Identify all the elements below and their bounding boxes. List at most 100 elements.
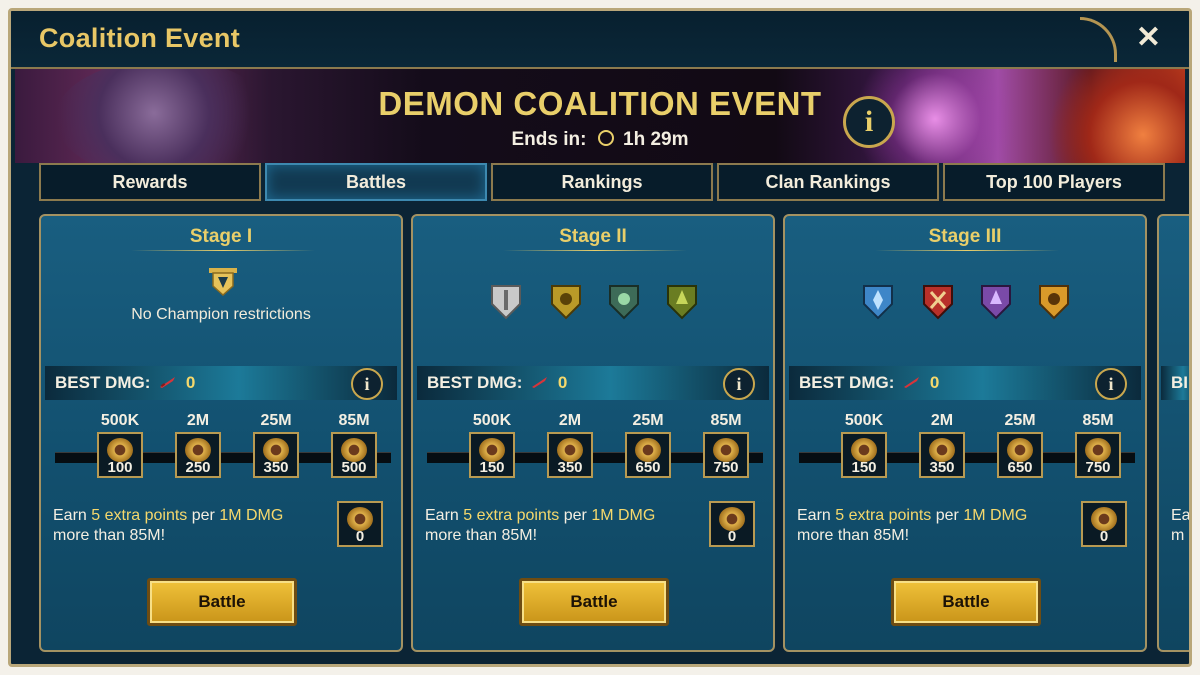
champion-restrictions-text: No Champion restrictions xyxy=(131,306,311,323)
milestone-reward[interactable]: 250 xyxy=(175,432,221,478)
milestone-threshold: 85M xyxy=(1082,412,1114,429)
stage-card-2: Stage II BEST DMG: 0 i 500K 150 2M 350 2… xyxy=(411,214,775,652)
milestone-points: 100 xyxy=(107,459,133,476)
damage-info-button[interactable]: i xyxy=(1095,368,1127,400)
divider xyxy=(503,250,687,251)
milestone-reward[interactable]: 750 xyxy=(703,432,749,478)
best-damage-bar: BI xyxy=(1161,366,1189,400)
milestone-reward[interactable]: 500 xyxy=(331,432,377,478)
milestone-reward[interactable]: 350 xyxy=(919,432,965,478)
milestone-threshold: 85M xyxy=(710,412,742,429)
best-damage: BEST DMG: 0 xyxy=(427,373,567,393)
extra-text-post: m xyxy=(1171,527,1185,544)
stage-title: Stage III xyxy=(928,226,1002,247)
milestone-reward[interactable]: 650 xyxy=(625,432,671,478)
tab-clan-rankings[interactable]: Clan Rankings xyxy=(717,163,939,201)
milestone-points: 150 xyxy=(479,459,505,476)
milestone-points: 650 xyxy=(1007,459,1033,476)
milestone-points: 350 xyxy=(929,459,955,476)
milestone-points: 150 xyxy=(851,459,877,476)
event-info-button[interactable]: i xyxy=(843,96,895,148)
extra-points-reward[interactable]: 0 xyxy=(337,501,383,547)
purple-faction-icon xyxy=(981,285,1011,320)
milestone-reward[interactable]: 100 xyxy=(97,432,143,478)
divider xyxy=(131,250,315,251)
close-button[interactable]: ✕ xyxy=(1136,21,1161,55)
milestone-points: 350 xyxy=(557,459,583,476)
ends-time: 1h 29m xyxy=(623,129,689,150)
extra-points-highlight: 5 extra points xyxy=(91,507,188,524)
tab-battles[interactable]: Battles xyxy=(265,163,487,201)
battle-button[interactable]: Battle xyxy=(147,578,297,626)
sword-icon xyxy=(160,377,176,388)
best-damage-bar: BEST DMG: 0 i xyxy=(417,366,769,400)
extra-text-post: more than 85M! xyxy=(53,527,166,544)
best-damage-label: BEST DMG: xyxy=(427,373,523,392)
extra-points-text: Earn 5 extra points per 1M DMG more than … xyxy=(425,506,695,546)
extra-points-highlight: 5 extra points xyxy=(463,507,560,524)
extra-text-pre: Ea xyxy=(1171,507,1191,524)
damage-info-button[interactable]: i xyxy=(723,368,755,400)
milestone-1: 500K 100 xyxy=(95,412,145,478)
extra-points-highlight: 5 extra points xyxy=(835,507,932,524)
extra-text-mid: per xyxy=(187,507,220,524)
tab-rankings[interactable]: Rankings xyxy=(491,163,713,201)
extra-text-pre: Earn xyxy=(425,507,464,524)
divider xyxy=(875,250,1059,251)
silver-faction-icon xyxy=(491,285,521,320)
extra-points-value: 0 xyxy=(727,528,737,545)
extra-points-reward[interactable]: 0 xyxy=(709,501,755,547)
extra-dmg-highlight: 1M DMG xyxy=(963,507,1028,524)
milestone-reward[interactable]: 150 xyxy=(841,432,887,478)
sword-icon xyxy=(904,377,920,388)
milestone-4: 85M 500 xyxy=(329,412,379,478)
best-damage-value: 0 xyxy=(185,373,196,392)
red-faction-icon xyxy=(923,285,953,320)
milestone-reward[interactable]: 750 xyxy=(1075,432,1121,478)
milestone-points: 250 xyxy=(185,459,211,476)
orange-faction-icon xyxy=(1039,285,1069,320)
event-title: DEMON COALITION EVENT xyxy=(378,85,822,122)
milestone-4: 85M 750 xyxy=(1073,412,1123,478)
milestone-reward[interactable]: 350 xyxy=(547,432,593,478)
best-damage-bar: BEST DMG: 0 i xyxy=(789,366,1141,400)
milestone-reward[interactable]: 350 xyxy=(253,432,299,478)
battle-button[interactable]: Battle xyxy=(519,578,669,626)
extra-text-post: more than 85M! xyxy=(797,527,910,544)
extra-points-value: 0 xyxy=(1099,528,1109,545)
extra-text-mid: per xyxy=(559,507,592,524)
tab-top-100-players[interactable]: Top 100 Players xyxy=(943,163,1165,201)
title-bar: Coalition Event ✕ xyxy=(11,11,1189,69)
extra-text-mid: per xyxy=(931,507,964,524)
green-skull-faction-icon xyxy=(609,285,639,320)
event-banner: DEMON COALITION EVENT Ends in: 1h 29m i xyxy=(15,69,1185,163)
milestone-3: 25M 350 xyxy=(251,412,301,478)
gold-beast-faction-icon xyxy=(551,285,581,320)
best-damage: BEST DMG: 0 xyxy=(799,373,939,393)
corner-ornament-icon xyxy=(1080,17,1117,62)
extra-points-text: Earn 5 extra points per 1M DMG more than … xyxy=(797,506,1067,546)
stage-card-4-partial[interactable]: BI Ea m xyxy=(1157,214,1191,652)
damage-info-button[interactable]: i xyxy=(351,368,383,400)
tab-rewards[interactable]: Rewards xyxy=(39,163,261,201)
milestone-threshold: 25M xyxy=(632,412,664,429)
faction-list xyxy=(785,282,1145,322)
milestone-points: 500 xyxy=(341,459,367,476)
extra-points-text: Ea m xyxy=(1171,506,1191,546)
battle-button[interactable]: Battle xyxy=(891,578,1041,626)
sword-icon xyxy=(532,377,548,388)
extra-points-reward[interactable]: 0 xyxy=(1081,501,1127,547)
milestone-3: 25M 650 xyxy=(995,412,1045,478)
extra-points-value: 0 xyxy=(355,528,365,545)
extra-text-pre: Earn xyxy=(53,507,92,524)
milestone-threshold: 25M xyxy=(260,412,292,429)
event-countdown: Ends in: 1h 29m xyxy=(15,129,1185,151)
milestone-reward[interactable]: 650 xyxy=(997,432,1043,478)
stage-card-3: Stage III BEST DMG: 0 i 500K 150 2M 350 … xyxy=(783,214,1147,652)
window-title: Coalition Event xyxy=(39,23,241,53)
milestone-reward[interactable]: 150 xyxy=(469,432,515,478)
clock-icon xyxy=(597,130,614,146)
milestone-points: 750 xyxy=(1085,459,1111,476)
ends-label: Ends in: xyxy=(511,129,587,150)
milestone-points: 750 xyxy=(713,459,739,476)
